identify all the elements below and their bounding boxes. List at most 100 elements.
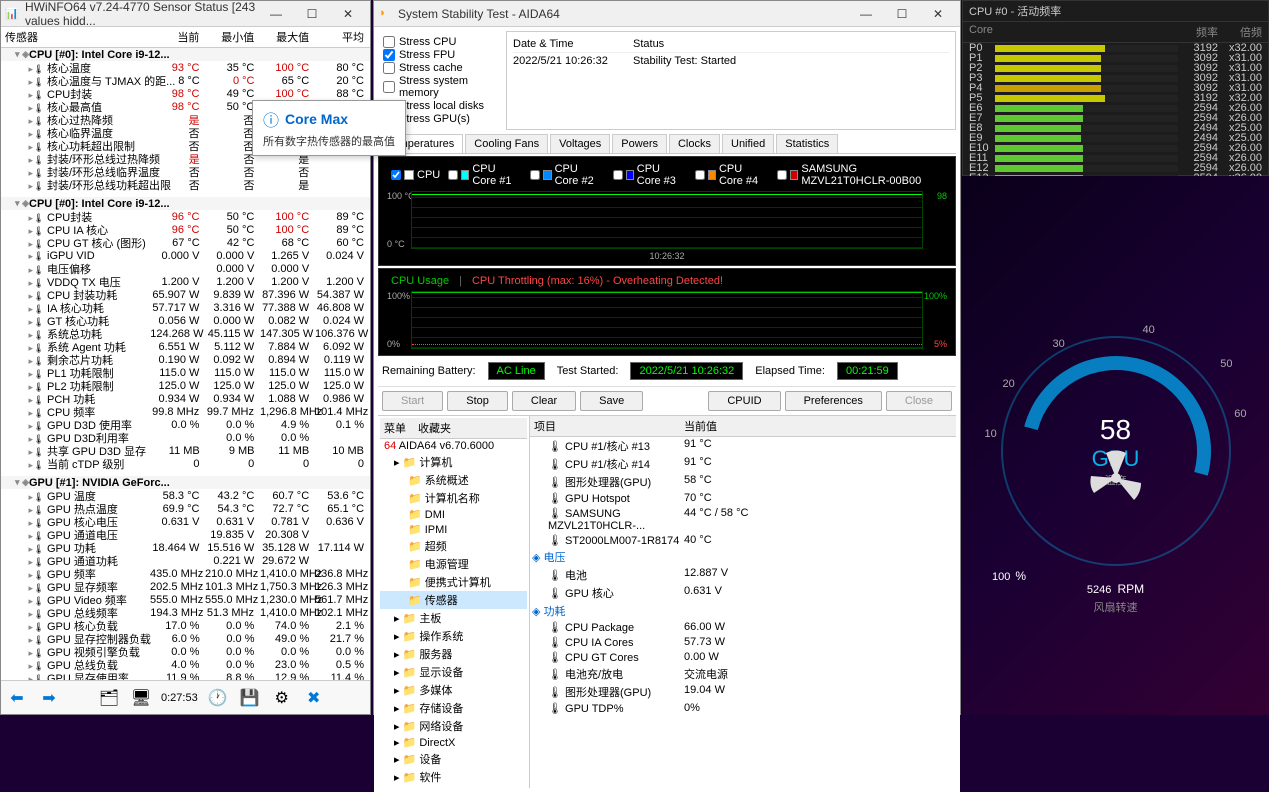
hwinfo-title: HWiNFO64 v7.24-4770 Sensor Status [243 v…	[25, 0, 258, 28]
usage-graph: CPU Usage | CPU Throttling (max: 16%) - …	[378, 268, 956, 356]
hwinfo-toolbar: ⬅ ➡ 🗂 🖥 0:27:53 🕐 💾 ⚙ ✖	[1, 680, 370, 714]
sensor-row[interactable]: ▸🌡封装/环形总线功耗超出限否否是	[1, 178, 370, 191]
detail-row[interactable]: 🌡 电池充/放电交流电源	[530, 665, 956, 683]
detail-row[interactable]: 🌡 GPU Hotspot70 °C	[530, 491, 956, 506]
aida-titlebar[interactable]: ◑ System Stability Test - AIDA64 — ☐ ✕	[374, 1, 960, 27]
close-button[interactable]: ✕	[920, 1, 956, 27]
tree-item[interactable]: ▸ 📁 存储设备	[380, 699, 527, 717]
detail-row[interactable]: 🌡 GPU 核心0.631 V	[530, 584, 956, 602]
stress-check[interactable]: Stress FPU	[383, 49, 493, 61]
tree-item[interactable]: ▸ 📁 操作系统	[380, 627, 527, 645]
tool-button-2[interactable]: 🖥	[129, 686, 153, 710]
minimize-button[interactable]: —	[848, 1, 884, 27]
forward-button[interactable]: ➡	[37, 686, 61, 710]
clear-button[interactable]: Clear	[512, 391, 576, 411]
info-bar: Remaining Battery: AC Line Test Started:…	[378, 356, 956, 386]
aida-tab[interactable]: Unified	[722, 134, 774, 153]
aida-tab[interactable]: Voltages	[550, 134, 610, 153]
close-button[interactable]: ✕	[330, 1, 366, 27]
aida-detail[interactable]: 项目 当前值 🌡 CPU #1/核心 #1391 °C🌡 CPU #1/核心 #…	[530, 416, 956, 788]
start-button[interactable]: Start	[382, 391, 443, 411]
stress-check[interactable]: Stress cache	[383, 62, 493, 74]
tree-root[interactable]: 64 AIDA64 v6.70.6000	[380, 439, 527, 453]
tree-item[interactable]: ▸ 📁 主板	[380, 609, 527, 627]
stress-check[interactable]: Stress system memory	[383, 75, 493, 99]
tree-item[interactable]: 📁 IPMI	[380, 522, 527, 537]
tree-item[interactable]: 📁 DMI	[380, 507, 527, 522]
elapsed-pill: 00:21:59	[837, 362, 898, 380]
detail-row[interactable]: 🌡 电池12.887 V	[530, 566, 956, 584]
sensor-row[interactable]: ▸🌡GPU 显存使用率11.9 %8.8 %12.9 %11.4 %	[1, 671, 370, 680]
tool-button-1[interactable]: 🗂	[97, 686, 121, 710]
detail-row[interactable]: 🌡 图形处理器(GPU)19.04 W	[530, 683, 956, 701]
detail-row[interactable]: 🌡 GPU TDP%0%	[530, 701, 956, 716]
aida-buttons: StartStopClearSave CPUIDPreferencesClose	[378, 386, 956, 415]
save-button[interactable]: Save	[580, 391, 643, 411]
tree-item[interactable]: ▸ 📁 多媒体	[380, 681, 527, 699]
detail-row[interactable]: 🌡 ST2000LM007-1R817440 °C	[530, 533, 956, 548]
save-button[interactable]: 💾	[238, 686, 262, 710]
tree-item[interactable]: 📁 传感器	[380, 591, 527, 609]
detail-row[interactable]: 🌡 图形处理器(GPU)58 °C	[530, 473, 956, 491]
aida-tab[interactable]: Clocks	[669, 134, 720, 153]
tree-item[interactable]: ▸ 📁 网络设备	[380, 717, 527, 735]
tree-item[interactable]: ▸ 📁 设备	[380, 750, 527, 768]
settings-button[interactable]: ⚙	[270, 686, 294, 710]
tree-item[interactable]: ▸ 📁 计算机	[380, 453, 527, 471]
hwinfo-titlebar[interactable]: 📊 HWiNFO64 v7.24-4770 Sensor Status [243…	[1, 1, 370, 27]
detail-row[interactable]: 🌡 SAMSUNG MZVL21T0HCLR-...44 °C / 58 °C	[530, 506, 956, 533]
detail-row[interactable]: 🌡 CPU GT Cores0.00 W	[530, 650, 956, 665]
ac-pill: AC Line	[488, 362, 545, 380]
aida-tabs: TemperaturesCooling FansVoltagesPowersCl…	[378, 134, 956, 154]
detail-row[interactable]: ◈ 电压	[530, 548, 956, 566]
hwinfo-column-header: 传感器 当前 最小值 最大值 平均	[1, 27, 370, 48]
aida-tab[interactable]: Statistics	[776, 134, 838, 153]
clock-icon: 🕐	[206, 686, 230, 710]
aida-title: System Stability Test - AIDA64	[398, 7, 848, 21]
fan-gauge-panel: 10 20 30 40 50 60 58 GPU 温度 100 % 5246 R…	[962, 176, 1269, 715]
tree-item[interactable]: 📁 电源管理	[380, 555, 527, 573]
status-value: Stability Test: Started	[633, 55, 736, 67]
status-box: Date & Time Status 2022/5/21 10:26:32 St…	[506, 31, 956, 130]
tree-item[interactable]: ▸ 📁 软件	[380, 768, 527, 786]
tree-item[interactable]: 📁 超频	[380, 537, 527, 555]
fan-rpm: 5246 RPM 风扇转速	[1087, 573, 1144, 615]
sensor-row[interactable]: ▸🌡CPU GT 核心 (图形)67 °C42 °C68 °C60 °C	[1, 236, 370, 249]
preferences-button[interactable]: Preferences	[785, 391, 882, 411]
aida-tab[interactable]: Cooling Fans	[465, 134, 548, 153]
fan-gauge: 10 20 30 40 50 60 58 GPU 温度	[1001, 336, 1231, 566]
info-icon: ⓘ	[263, 107, 279, 131]
tree-item[interactable]: 📁 计算机名称	[380, 489, 527, 507]
temperature-graph: CPUCPU Core #1CPU Core #2CPU Core #3CPU …	[378, 156, 956, 266]
detail-row[interactable]: 🌡 CPU IA Cores57.73 W	[530, 635, 956, 650]
tree-item[interactable]: ▸ 📁 DirectX	[380, 735, 527, 750]
detail-row[interactable]: 🌡 CPU #1/核心 #1491 °C	[530, 455, 956, 473]
detail-row[interactable]: 🌡 CPU Package66.00 W	[530, 620, 956, 635]
cpu-activity-panel: CPU #0 - 活动频率 Core 频率 倍频 P03192x32.00P13…	[962, 0, 1269, 176]
detail-row[interactable]: ◈ 功耗	[530, 602, 956, 620]
gauge-value: 58	[1100, 414, 1131, 446]
cpuid-button[interactable]: CPUID	[708, 391, 780, 411]
tree-item[interactable]: ▸ 📁 显示设备	[380, 663, 527, 681]
tree-item[interactable]: ▸ 📁 服务器	[380, 645, 527, 663]
detail-row[interactable]: 🌡 CPU #1/核心 #1391 °C	[530, 437, 956, 455]
aida-window: ◑ System Stability Test - AIDA64 — ☐ ✕ S…	[373, 0, 961, 715]
close-button[interactable]: Close	[886, 391, 952, 411]
aida-tab[interactable]: Powers	[612, 134, 667, 153]
stress-check[interactable]: Stress CPU	[383, 36, 493, 48]
maximize-button[interactable]: ☐	[884, 1, 920, 27]
tooltip-sub: 所有数字热传感器的最高值	[263, 133, 395, 149]
status-datetime: 2022/5/21 10:26:32	[513, 55, 633, 67]
minimize-button[interactable]: —	[258, 1, 294, 27]
aida-tree[interactable]: 菜单 收藏夹 64 AIDA64 v6.70.6000 ▸ 📁 计算机📁 系统概…	[378, 416, 530, 788]
status-hdr-status: Status	[633, 38, 664, 50]
hwinfo-icon: 📊	[5, 7, 19, 21]
tree-item[interactable]: 📁 便携式计算机	[380, 573, 527, 591]
close-tool-button[interactable]: ✖	[302, 686, 326, 710]
hwinfo-clock: 0:27:53	[161, 692, 198, 704]
back-button[interactable]: ⬅	[5, 686, 29, 710]
stop-button[interactable]: Stop	[447, 391, 508, 411]
maximize-button[interactable]: ☐	[294, 1, 330, 27]
sensor-row[interactable]: ▸🌡当前 cTDP 级别0000	[1, 457, 370, 470]
tree-item[interactable]: 📁 系统概述	[380, 471, 527, 489]
